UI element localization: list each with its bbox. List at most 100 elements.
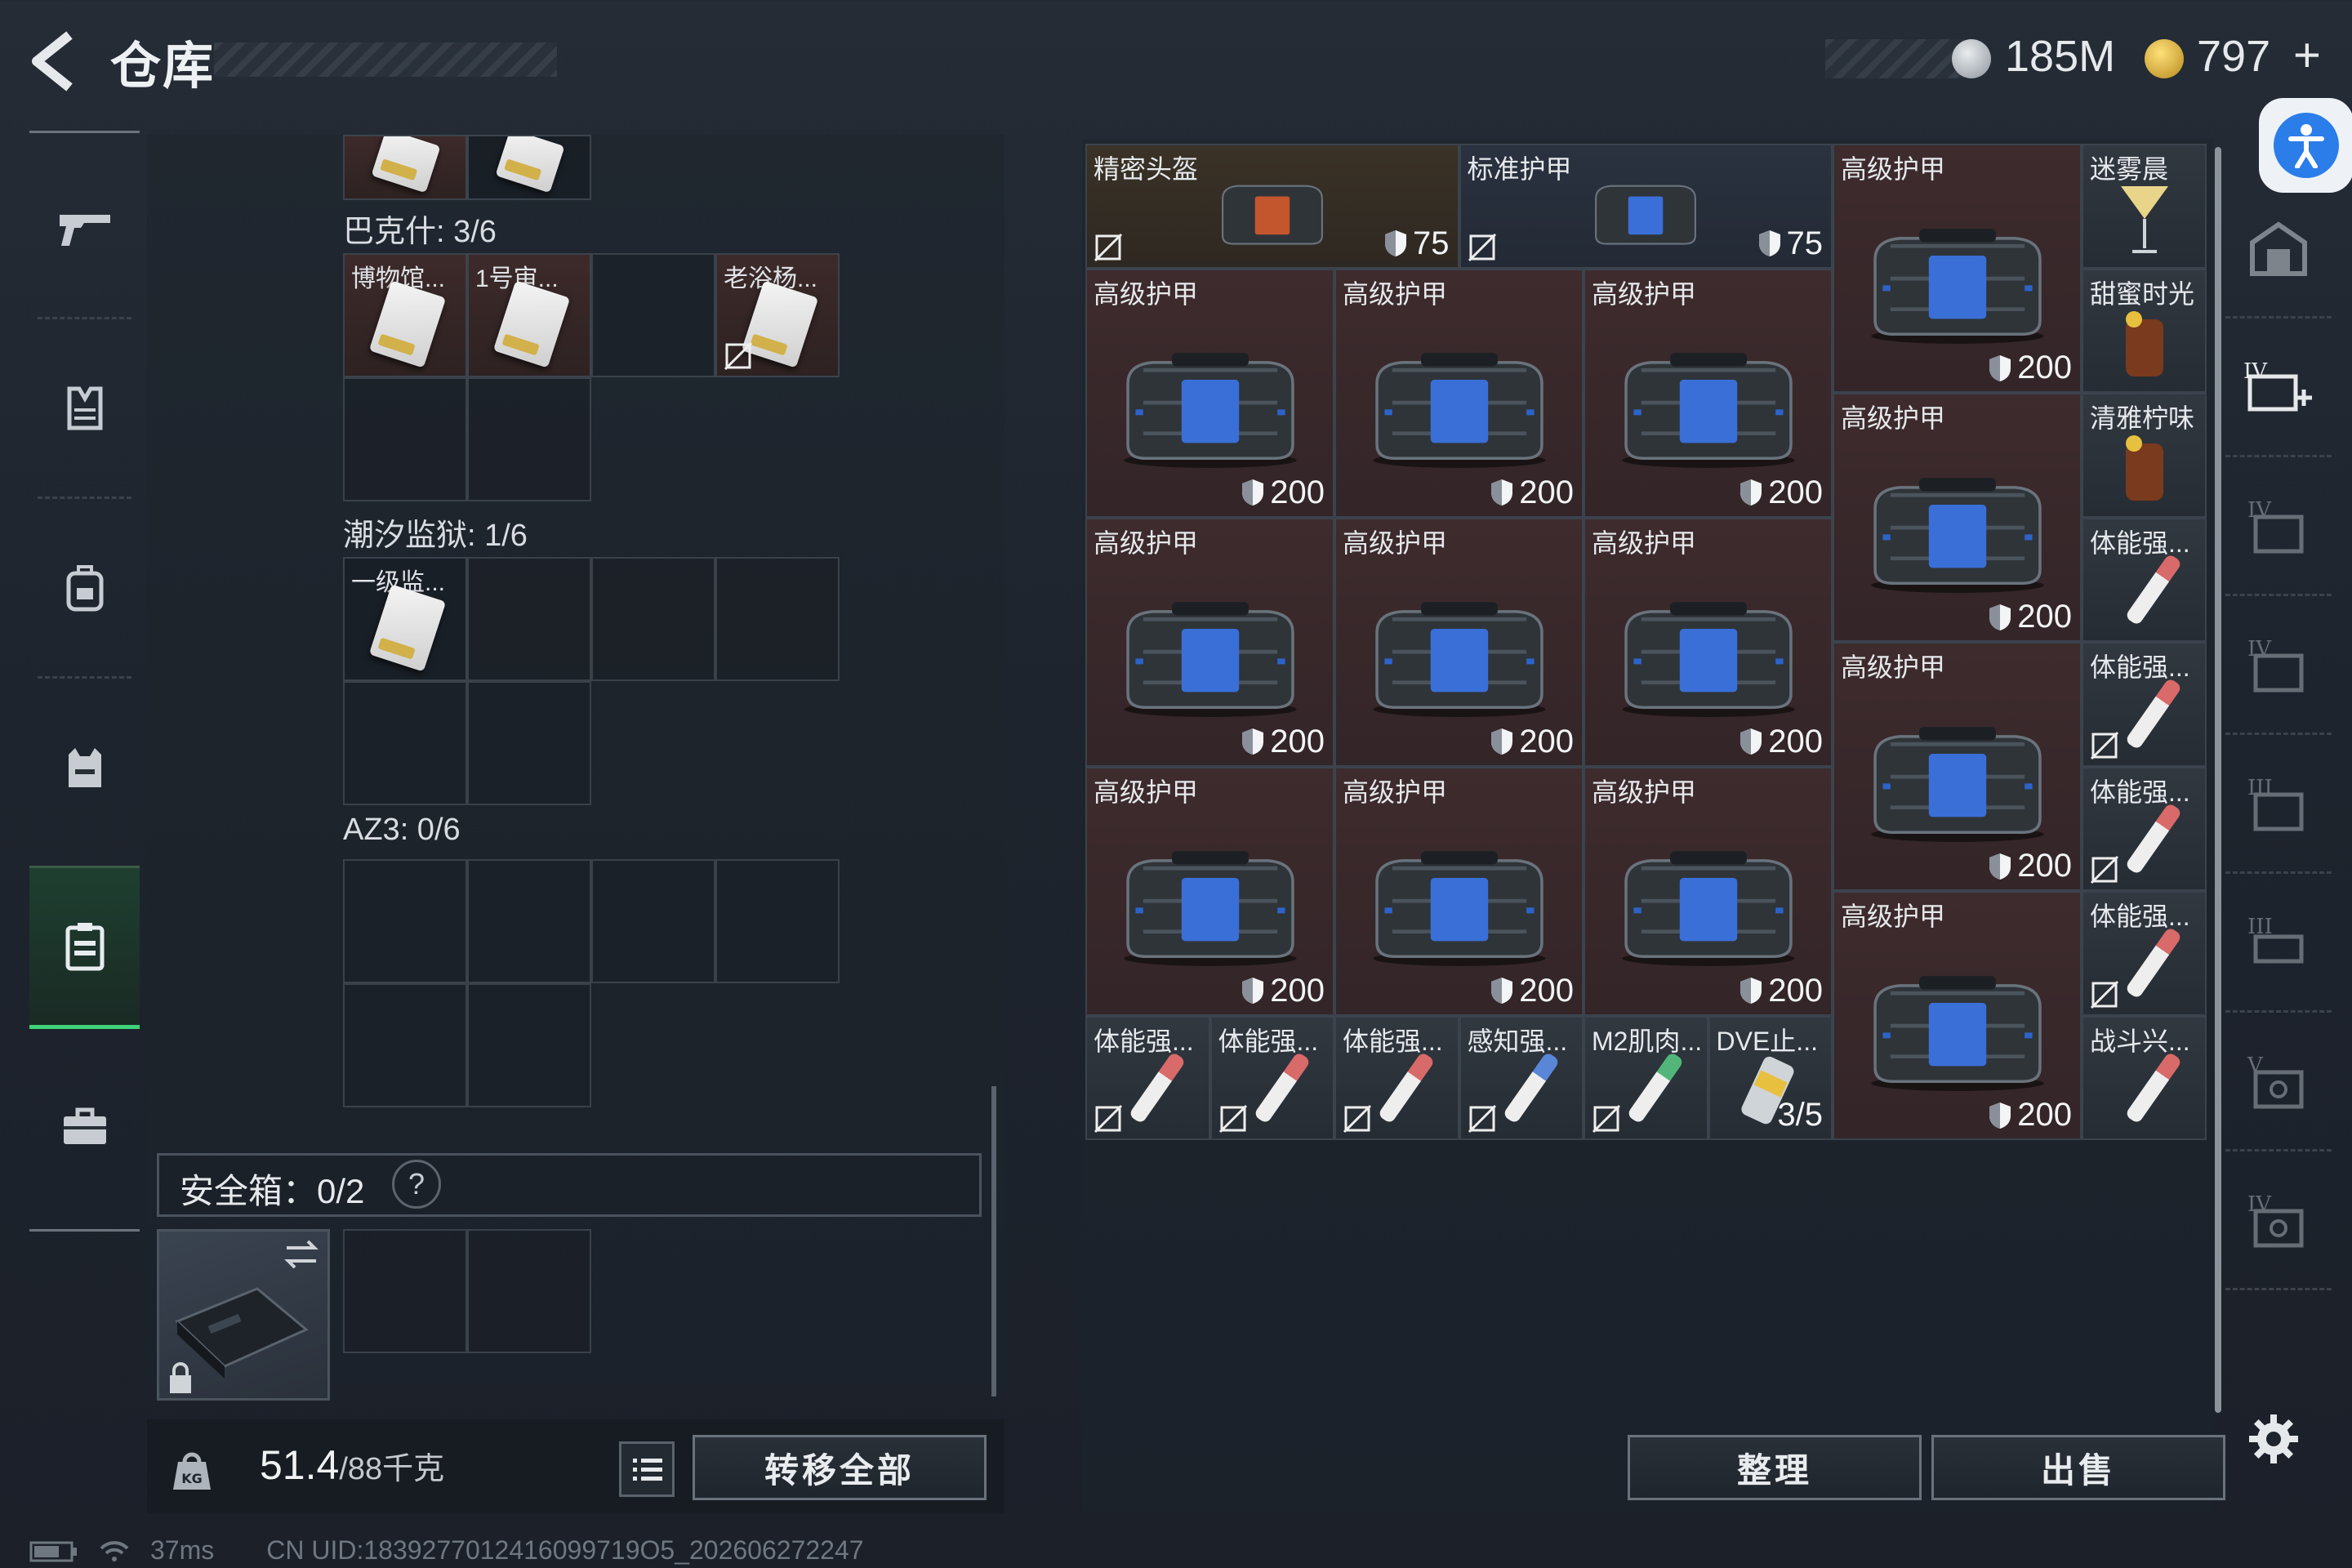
- stash-item-advanced-armor[interactable]: 高级护甲 200: [1833, 642, 2082, 891]
- item-name: 体能强...: [1094, 1026, 1194, 1056]
- add-currency-button[interactable]: +: [2293, 28, 2321, 82]
- empty-slot[interactable]: [343, 1229, 467, 1353]
- container-slot[interactable]: [467, 135, 591, 200]
- nav-container[interactable]: [29, 866, 140, 1029]
- stash-tab-home[interactable]: [2225, 180, 2332, 318]
- empty-slot[interactable]: [467, 1229, 591, 1353]
- empty-slot[interactable]: [467, 859, 591, 983]
- safe-help-button[interactable]: ?: [392, 1160, 441, 1209]
- nav-chest-rig[interactable]: [29, 686, 140, 849]
- empty-slot[interactable]: [591, 557, 715, 681]
- stash-item-consumable[interactable]: 体能强...: [2082, 891, 2207, 1016]
- empty-slot[interactable]: [343, 377, 467, 501]
- syringe-icon: [2124, 801, 2183, 875]
- container-scrollbar[interactable]: [991, 1086, 996, 1396]
- durability-readout: 200: [1241, 474, 1325, 511]
- keycard-slot[interactable]: 一级监...: [343, 557, 467, 681]
- item-name: 高级护甲: [1841, 902, 1946, 931]
- stash-item-advanced-armor[interactable]: 高级护甲 200: [1584, 268, 1833, 518]
- stash-item-consumable[interactable]: 体能强...: [1334, 1015, 1459, 1140]
- organize-button[interactable]: 整理: [1628, 1435, 1922, 1500]
- empty-slot[interactable]: [467, 983, 591, 1107]
- silver-coin-icon: [1952, 39, 1991, 78]
- back-arrow-icon[interactable]: [24, 29, 82, 94]
- stash-item-armor[interactable]: 精密头盔 75: [1085, 144, 1459, 269]
- stash-item-consumable[interactable]: M2肌肉...: [1584, 1015, 1708, 1140]
- empty-slot[interactable]: [591, 859, 715, 983]
- empty-slot[interactable]: [715, 557, 840, 681]
- stash-scrollbar[interactable]: [2215, 147, 2221, 1413]
- empty-slot[interactable]: [343, 983, 467, 1107]
- item-name: 体能强...: [2090, 902, 2190, 931]
- keycard-slot[interactable]: 博物馆...: [343, 253, 467, 377]
- safe-box-item[interactable]: [157, 1229, 330, 1401]
- stash-item-advanced-armor[interactable]: 高级护甲 200: [1334, 517, 1584, 767]
- stash-tab-5[interactable]: V: [2225, 1013, 2332, 1152]
- empty-slot[interactable]: [467, 557, 591, 681]
- settings-gear-icon[interactable]: [2247, 1413, 2300, 1465]
- syringe-icon: [1502, 1050, 1561, 1125]
- stash-item-advanced-armor[interactable]: 高级护甲 200: [1085, 517, 1334, 767]
- stash-item-consumable[interactable]: 战斗兴...: [2082, 1015, 2207, 1140]
- stash-item-advanced-armor[interactable]: 高级护甲 200: [1334, 268, 1584, 518]
- stash-item-consumable[interactable]: DVE止... 3/5: [1708, 1015, 1833, 1140]
- item-name: 高级护甲: [1592, 528, 1697, 558]
- stash-item-consumable[interactable]: 感知强...: [1459, 1015, 1584, 1140]
- empty-slot[interactable]: [591, 253, 715, 377]
- stash-tab-add[interactable]: IV: [2225, 318, 2332, 457]
- stash-item-advanced-armor[interactable]: 高级护甲 200: [1833, 393, 2082, 642]
- uid-text: CN UID:1839277012416099719O5_20260627224…: [266, 1535, 864, 1565]
- durability-value: 200: [2017, 599, 2072, 635]
- accessibility-button[interactable]: [2259, 98, 2352, 193]
- stash-item-consumable[interactable]: 迷雾晨: [2082, 144, 2207, 269]
- stash-item-advanced-armor[interactable]: 高级护甲 200: [1584, 766, 1833, 1016]
- stash-item-armor[interactable]: 标准护甲 75: [1459, 144, 1833, 269]
- empty-slot[interactable]: [467, 377, 591, 501]
- empty-slot[interactable]: [343, 859, 467, 983]
- stash-tab-4a[interactable]: IV: [2225, 457, 2332, 596]
- stash-item-consumable[interactable]: 清雅柠味: [2082, 393, 2207, 518]
- stash-item-consumable[interactable]: 体能强...: [1209, 1015, 1334, 1140]
- syringe-icon: [2124, 552, 2183, 626]
- stash-tab-4c[interactable]: IV: [2225, 1152, 2332, 1290]
- keycard-slot[interactable]: 1号审...: [467, 253, 591, 377]
- nav-armor[interactable]: [29, 327, 140, 490]
- stash-item-consumable[interactable]: 体能强...: [1085, 1015, 1210, 1140]
- nav-backpack[interactable]: [29, 506, 140, 670]
- stash-item-consumable[interactable]: 体能强...: [2082, 766, 2207, 891]
- syringe-icon: [1377, 1050, 1436, 1125]
- stash-tab-4b[interactable]: IV: [2225, 596, 2332, 735]
- syringe-icon: [1626, 1050, 1685, 1125]
- stash-item-advanced-armor[interactable]: 高级护甲 200: [1584, 517, 1833, 767]
- shield-icon: [1490, 976, 1514, 1005]
- sell-button[interactable]: 出售: [1931, 1435, 2225, 1500]
- stash-item-consumable[interactable]: 体能强...: [2082, 517, 2207, 642]
- cocktail-icon: [2121, 186, 2168, 253]
- container-slot[interactable]: [343, 135, 467, 200]
- stash-item-advanced-armor[interactable]: 高级护甲 200: [1833, 144, 2082, 393]
- stash-item-advanced-armor[interactable]: 高级护甲 200: [1833, 891, 2082, 1140]
- container-grid-bakesh: 博物馆... 1号审... 老浴杨...: [343, 253, 840, 501]
- empty-slot[interactable]: [343, 681, 467, 805]
- stash-tab-3a[interactable]: III: [2225, 735, 2332, 874]
- item-name: M2肌肉...: [1592, 1026, 1703, 1056]
- keycard-slot[interactable]: 老浴杨...: [715, 253, 840, 377]
- durability-readout: 200: [1988, 1097, 2072, 1134]
- svg-text:IV: IV: [2243, 359, 2268, 384]
- stash-item-consumable[interactable]: 甜蜜时光: [2082, 268, 2207, 393]
- empty-slot[interactable]: [467, 681, 591, 805]
- stash-item-advanced-armor[interactable]: 高级护甲 200: [1334, 766, 1584, 1016]
- empty-slot[interactable]: [715, 859, 840, 983]
- stash-item-advanced-armor[interactable]: 高级护甲 200: [1085, 268, 1334, 518]
- transfer-all-button[interactable]: 转移全部: [693, 1435, 987, 1500]
- swap-icon[interactable]: [282, 1238, 321, 1271]
- ping-text: 37ms: [150, 1535, 215, 1565]
- nav-weapons[interactable]: [29, 147, 140, 310]
- stash-item-advanced-armor[interactable]: 高级护甲 200: [1085, 766, 1334, 1016]
- stash-tab-3b[interactable]: III: [2225, 874, 2332, 1013]
- stash-item-consumable[interactable]: 体能强...: [2082, 642, 2207, 767]
- durability-value: 75: [1413, 225, 1450, 261]
- list-view-button[interactable]: [619, 1441, 675, 1497]
- nav-briefcase[interactable]: [29, 1045, 140, 1209]
- durability-value: 200: [1270, 972, 1325, 1009]
